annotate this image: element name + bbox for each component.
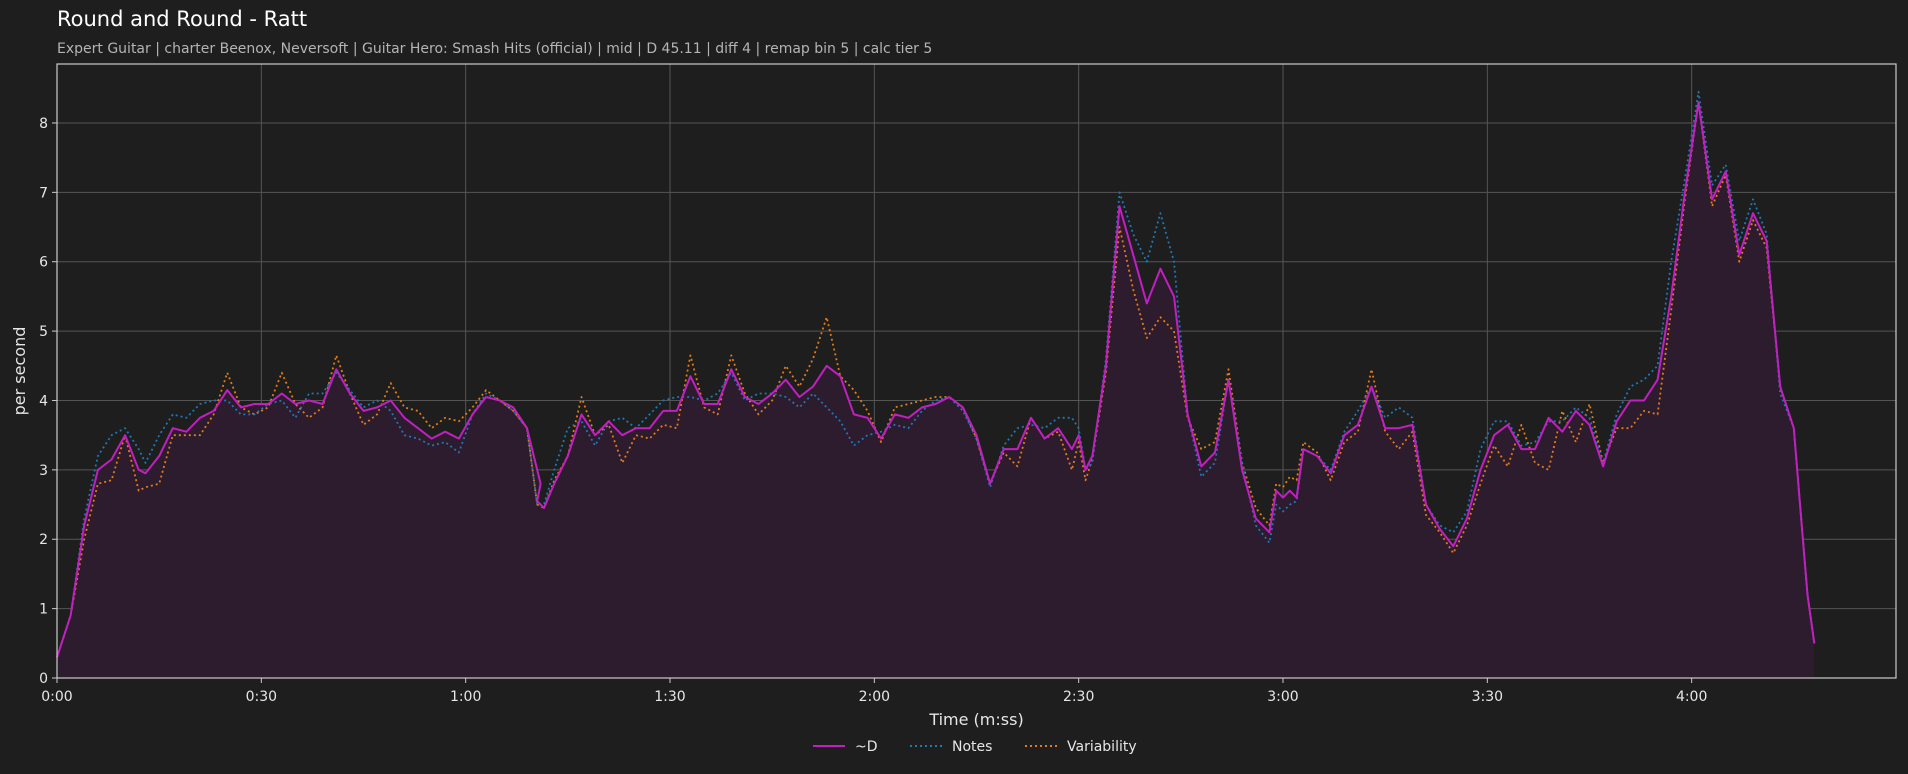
legend-label: Variability (1067, 739, 1137, 755)
y-axis-label: per second (10, 327, 29, 416)
x-tick-label: 0:30 (246, 689, 277, 705)
y-tick-label: 0 (39, 671, 48, 687)
y-tick-label: 8 (39, 116, 48, 132)
x-tick-label: 1:30 (654, 689, 685, 705)
y-tick-label: 5 (39, 324, 48, 340)
x-axis-label: Time (m:ss) (928, 710, 1023, 729)
x-tick-label: 2:00 (859, 689, 890, 705)
x-tick-label: 3:30 (1472, 689, 1503, 705)
legend-label: Notes (952, 739, 992, 755)
y-tick-label: 6 (39, 255, 48, 271)
y-tick-label: 2 (39, 532, 48, 548)
y-tick-label: 1 (39, 602, 48, 618)
x-tick-label: 4:00 (1676, 689, 1707, 705)
y-tick-label: 4 (39, 393, 48, 409)
x-tick-label: 3:00 (1267, 689, 1298, 705)
y-tick-label: 3 (39, 463, 48, 479)
legend: ~D Notes Variability (813, 739, 1137, 755)
x-tick-label: 2:30 (1063, 689, 1094, 705)
y-axis-ticks: 0 1 2 3 4 5 6 7 8 (39, 116, 57, 687)
x-tick-label: 0:00 (41, 689, 72, 705)
y-tick-label: 7 (39, 185, 48, 201)
d-area-fill (57, 102, 1815, 678)
chart: 0:00 0:30 1:00 1:30 2:00 2:30 3:00 3:30 4:00 0 1 2… (10, 63, 1897, 755)
legend-label: ~D (855, 739, 878, 755)
x-axis-ticks: 0:00 0:30 1:00 1:30 2:00 2:30 3:00 3:30 4:00 (41, 678, 1707, 705)
x-tick-label: 1:00 (450, 689, 481, 705)
